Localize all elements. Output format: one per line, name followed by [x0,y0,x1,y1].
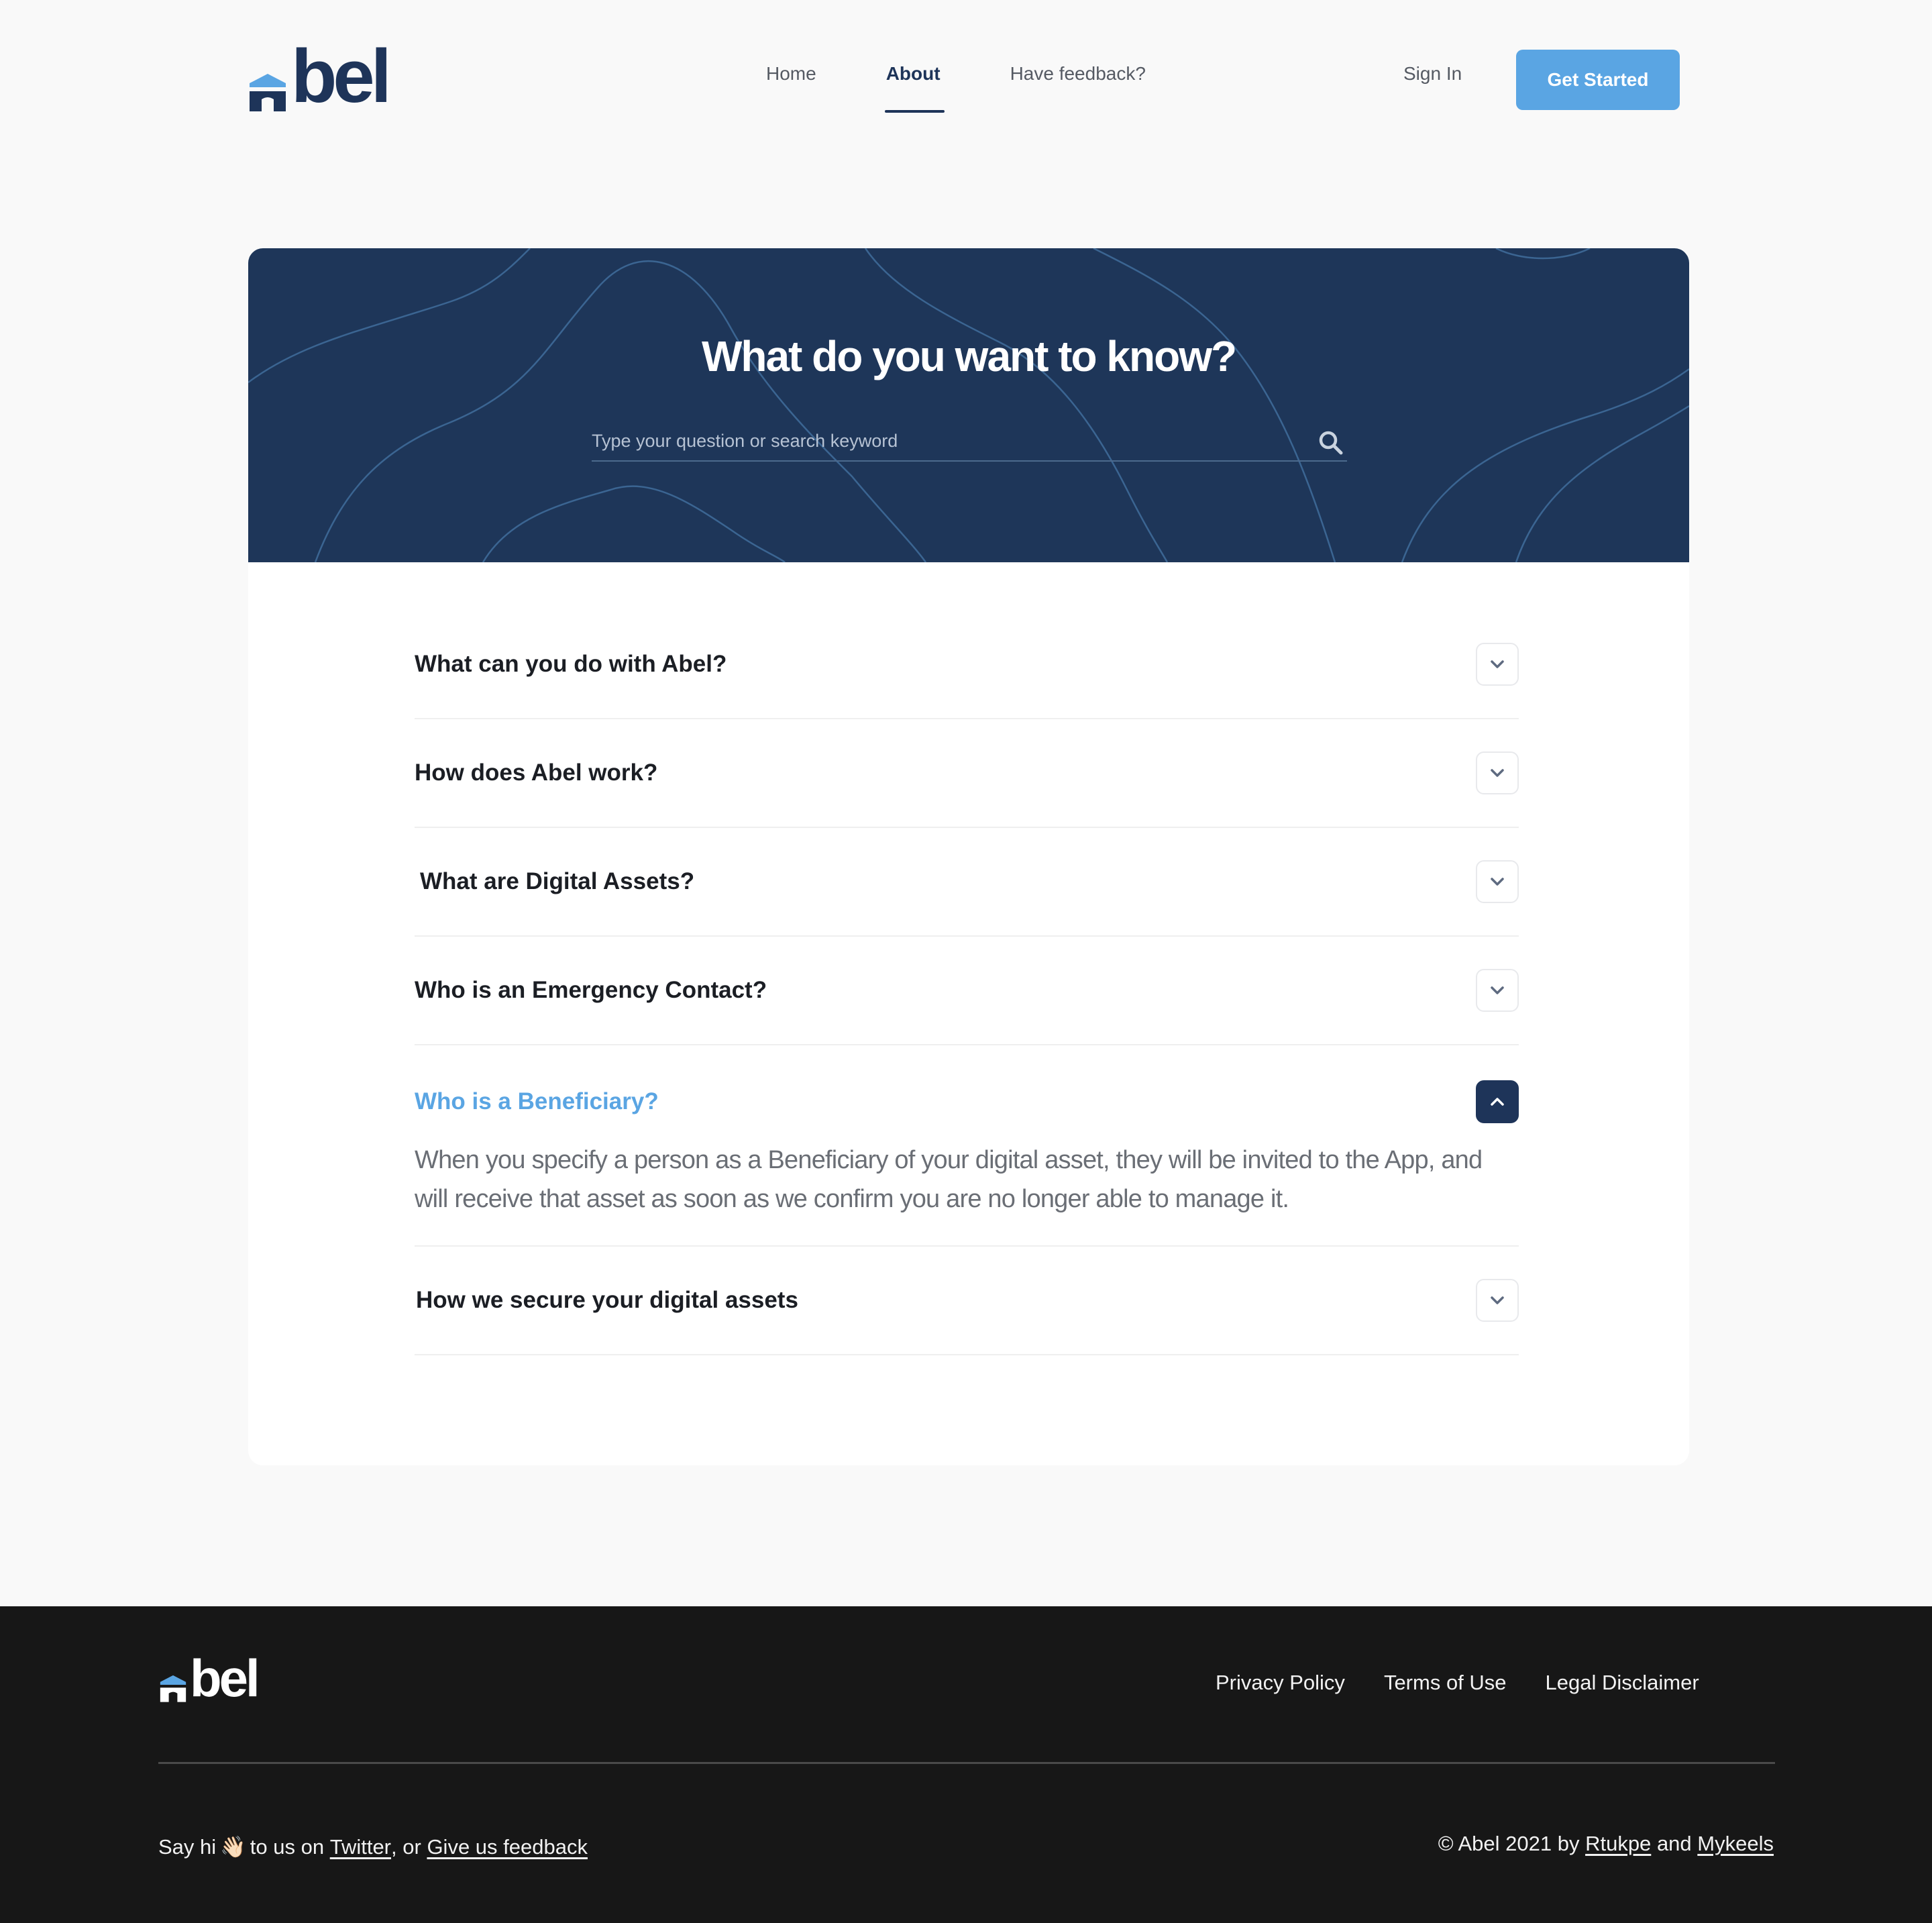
logo-shield-icon [250,74,286,111]
chevron-down-icon[interactable] [1476,643,1519,686]
faq-item-expanded: Who is a Beneficiary? When you specify a… [415,1045,1519,1247]
nav-about[interactable]: About [884,63,945,113]
copyright: © Abel 2021 by Rtukpe and Mykeels [1438,1832,1774,1856]
hero-title: What do you want to know? [701,332,1237,380]
faq-item: What can you do with Abel? [415,611,1519,719]
logo-wordmark: bel [190,1649,260,1708]
author-mykeels-link[interactable]: Mykeels [1697,1832,1774,1855]
chevron-down-icon[interactable] [1476,969,1519,1012]
footer-links: Privacy Policy Terms of Use Legal Discla… [1216,1671,1738,1695]
nav-home[interactable]: Home [766,63,816,111]
legal-disclaimer-link[interactable]: Legal Disclaimer [1546,1671,1699,1695]
faq-item: How we secure your digital assets [415,1247,1519,1355]
give-feedback-link[interactable]: Give us feedback [427,1835,588,1859]
header-logo[interactable]: bel [247,39,392,114]
faq-item: How does Abel work? [415,719,1519,828]
copyright-and: and [1656,1832,1692,1855]
say-hi-mid: to us on [250,1834,325,1859]
chevron-down-icon[interactable] [1476,1279,1519,1322]
twitter-link[interactable]: Twitter [330,1835,391,1859]
faq-question-row[interactable]: What are Digital Assets? [415,828,1519,935]
say-hi-prefix: Say hi [158,1834,217,1859]
faq-question-row[interactable]: Who is an Emergency Contact? [415,937,1519,1044]
faq-question: Who is a Beneficiary? [415,1088,659,1114]
search-bar [592,424,1347,462]
nav-feedback[interactable]: Have feedback? [1010,63,1146,111]
search-input[interactable] [592,424,1289,458]
faq-question: How does Abel work? [415,760,658,786]
faq-question-row[interactable]: How does Abel work? [415,719,1519,827]
footer-logo[interactable]: bel [158,1652,260,1704]
page: bel Home About Have feedback? Sign In Ge… [0,0,1932,1923]
footer-divider [158,1762,1775,1764]
chevron-down-icon[interactable] [1476,860,1519,903]
faq-card: What do you want to know? What can you d… [248,248,1689,1465]
faq-question-row[interactable]: What can you do with Abel? [415,611,1519,718]
faq-question-row[interactable]: How we secure your digital assets [415,1247,1519,1354]
chevron-up-icon[interactable] [1476,1080,1519,1123]
main-nav: Home About Have feedback? [766,63,1216,113]
logo-wordmark: bel [291,34,392,118]
waving-hand-icon: 👋🏻 [220,1835,246,1859]
search-icon[interactable] [1318,429,1344,456]
faq-hero: What do you want to know? [248,248,1689,562]
footer: bel Privacy Policy Terms of Use Legal Di… [0,1606,1932,1923]
sign-in-link[interactable]: Sign In [1403,63,1462,85]
faq-question: How we secure your digital assets [416,1287,798,1313]
copyright-prefix: © Abel 2021 by [1438,1832,1580,1855]
faq-item: What are Digital Assets? [415,828,1519,937]
faq-question: What can you do with Abel? [415,651,727,677]
wave-pattern-decoration [248,248,1689,562]
privacy-policy-link[interactable]: Privacy Policy [1216,1671,1345,1695]
faq-list: What can you do with Abel? How does Abel… [415,611,1519,1355]
get-started-button[interactable]: Get Started [1516,50,1680,110]
say-hi-or: , or [391,1834,421,1859]
logo-shield-icon [160,1675,186,1702]
faq-answer: When you specify a person as a Beneficia… [415,1146,1483,1213]
terms-of-use-link[interactable]: Terms of Use [1384,1671,1507,1695]
chevron-down-icon[interactable] [1476,751,1519,794]
faq-question: What are Digital Assets? [420,868,695,894]
faq-question: Who is an Emergency Contact? [415,977,767,1003]
say-hi-text: Say hi 👋🏻 to us on Twitter, or Give us f… [158,1834,588,1859]
author-rtukpe-link[interactable]: Rtukpe [1585,1832,1651,1855]
faq-item: Who is an Emergency Contact? [415,937,1519,1045]
